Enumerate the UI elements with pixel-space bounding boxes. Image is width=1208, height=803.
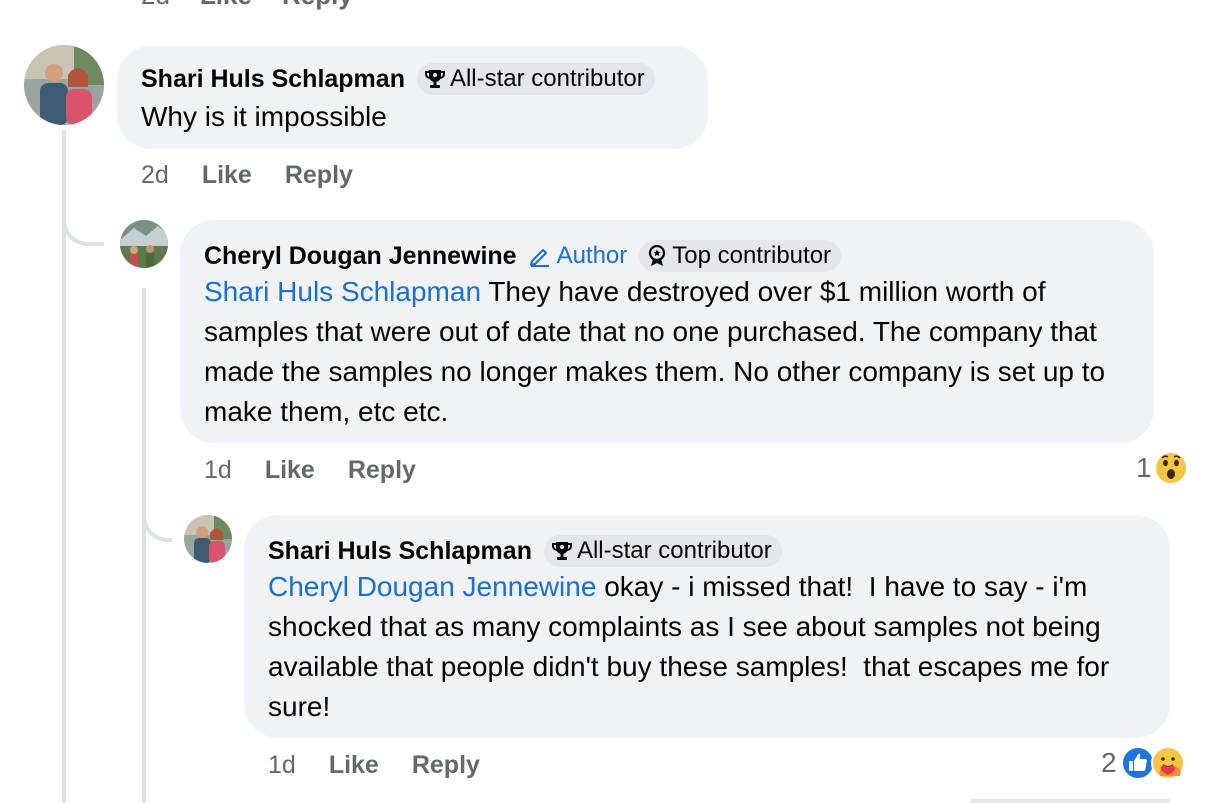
trophy-icon [424, 70, 445, 88]
avatar-photo [24, 45, 104, 125]
comment-bubble: Shari Huls Schlapman All-star contributo… [244, 515, 1170, 738]
badge-label: Top contributor [672, 242, 832, 269]
badge-label: All-star contributor [449, 65, 645, 92]
reply-button[interactable]: Reply [348, 456, 416, 485]
like-button[interactable]: Like [202, 161, 252, 190]
comment-header: Shari Huls Schlapman All-star contributo… [268, 535, 1146, 567]
reaction-summary[interactable]: 2 [1101, 746, 1185, 780]
all-star-badge[interactable]: All-star contributor [543, 535, 782, 567]
avatar[interactable] [24, 45, 104, 125]
comment-text: Why is it impossible [141, 101, 387, 132]
avatar-photo [120, 220, 168, 268]
author-name[interactable]: Shari Huls Schlapman [268, 537, 532, 566]
reply-button[interactable]: Reply [285, 161, 353, 190]
avatar-photo [184, 515, 232, 563]
comment-header: Shari Huls Schlapman All-star contributo… [141, 63, 684, 95]
avatar[interactable] [184, 515, 232, 563]
mention-link[interactable]: Cheryl Dougan Jennewine [268, 571, 596, 602]
comment-actions: 1d Like Reply [268, 751, 480, 780]
comment-actions: 2d Like Reply [141, 161, 353, 190]
previous-like-button[interactable]: Like [200, 0, 252, 11]
author-badge[interactable]: Author [529, 242, 628, 270]
like-button[interactable]: Like [265, 456, 315, 485]
reaction-count: 1 [1136, 452, 1152, 483]
comment-text: Shari Huls Schlapman They have destroyed… [204, 272, 1130, 432]
thread-curve-1 [62, 200, 104, 246]
comment-time[interactable]: 1d [268, 751, 296, 780]
comment-time[interactable]: 1d [204, 456, 232, 485]
author-badge-label: Author [556, 242, 628, 269]
like-icon [1120, 746, 1155, 780]
author-name[interactable]: Shari Huls Schlapman [141, 65, 405, 94]
previous-comment-time[interactable]: 2d [141, 0, 170, 11]
comment-bubble: Shari Huls Schlapman All-star contributo… [117, 46, 708, 149]
care-icon [1150, 746, 1185, 780]
thread-line-reply [142, 288, 146, 803]
next-comment-edge [970, 799, 1170, 803]
pencil-icon [529, 249, 549, 267]
all-star-badge[interactable]: All-star contributor [416, 63, 655, 95]
top-contributor-badge[interactable]: Top contributor [639, 240, 842, 272]
comment-text: Cheryl Dougan Jennewine okay - i missed … [268, 567, 1146, 727]
thread-curve-2 [142, 500, 172, 542]
badge-label: All-star contributor [576, 537, 772, 564]
trophy-icon [551, 542, 572, 560]
comment-time[interactable]: 2d [141, 161, 169, 190]
previous-comment-actions: 2d Like Reply [0, 0, 1208, 14]
reaction-summary[interactable]: 1 [1136, 451, 1188, 485]
medal-icon [649, 245, 666, 266]
avatar[interactable] [120, 220, 168, 268]
comment-header: Cheryl Dougan Jennewine Author Top contr… [204, 240, 1130, 272]
wow-icon [1153, 451, 1188, 485]
reply-button[interactable]: Reply [412, 751, 480, 780]
like-button[interactable]: Like [329, 751, 379, 780]
previous-reply-button[interactable]: Reply [282, 0, 353, 11]
author-name[interactable]: Cheryl Dougan Jennewine [204, 242, 517, 271]
reaction-count: 2 [1101, 747, 1117, 778]
comment-bubble: Cheryl Dougan Jennewine Author Top contr… [180, 220, 1154, 443]
comment-actions: 1d Like Reply [204, 456, 416, 485]
mention-link[interactable]: Shari Huls Schlapman [204, 276, 481, 307]
